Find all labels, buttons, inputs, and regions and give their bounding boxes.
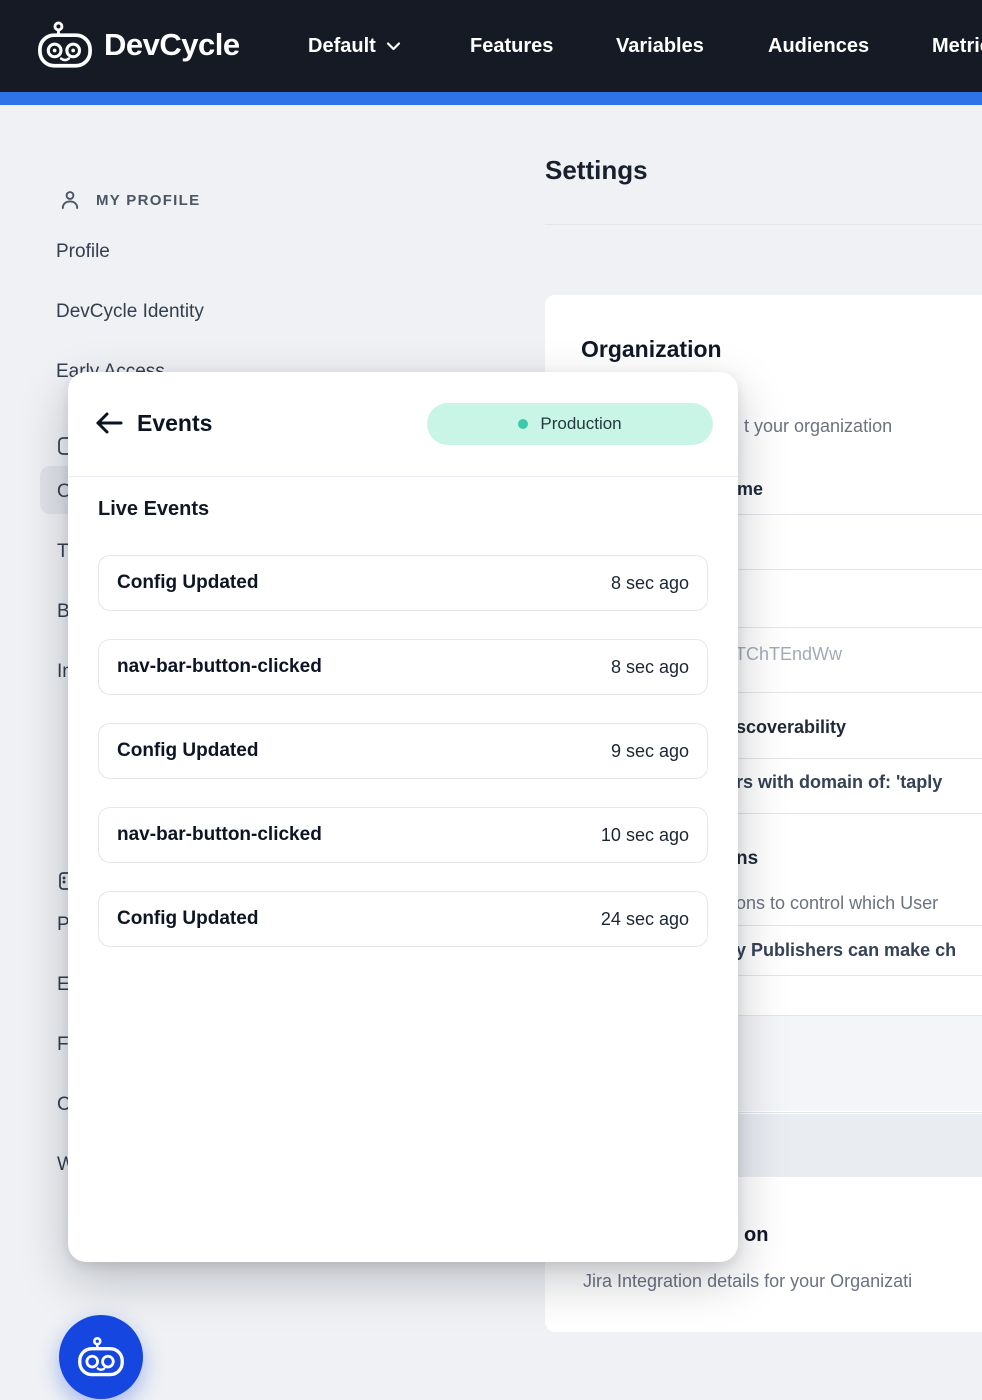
live-events-list: Config Updated 8 sec ago nav-bar-button-…	[98, 555, 708, 947]
sidebar-item[interactable]: DevCycle Identity	[56, 282, 204, 342]
live-events-title: Live Events	[98, 498, 209, 521]
chevron-down-icon	[386, 41, 401, 51]
event-timestamp: 8 sec ago	[611, 657, 689, 678]
nav-item-metrics-label: Metrics	[932, 35, 982, 58]
jira-integration-description: Jira Integration details for your Organi…	[583, 1271, 912, 1292]
sidebar-section-title: MY PROFILE	[96, 192, 200, 209]
top-nav: DevCycle Default Features Variables Audi…	[0, 0, 982, 92]
nav-item-features[interactable]: Features	[470, 0, 553, 92]
event-name: Config Updated	[117, 572, 258, 594]
sidebar-item[interactable]: Profile	[56, 222, 204, 282]
jira-integration-heading: on	[744, 1224, 768, 1247]
sidebar-section-my-profile: MY PROFILE	[58, 188, 200, 212]
event-row[interactable]: nav-bar-button-clicked 10 sec ago	[98, 807, 708, 863]
event-name: nav-bar-button-clicked	[117, 824, 322, 846]
discoverability-heading: scoverability	[736, 717, 846, 738]
app-root: MY PROFILE ProfileDevCycle IdentityEarly…	[0, 0, 982, 1400]
events-modal-title: Events	[137, 410, 212, 437]
org-about-text: t your organization	[744, 416, 892, 437]
person-icon	[58, 188, 82, 212]
event-row[interactable]: Config Updated 8 sec ago	[98, 555, 708, 611]
event-name: Config Updated	[117, 740, 258, 762]
robot-head-icon	[36, 21, 94, 69]
robot-head-icon	[77, 1336, 125, 1378]
event-row[interactable]: nav-bar-button-clicked 8 sec ago	[98, 639, 708, 695]
event-timestamp: 9 sec ago	[611, 741, 689, 762]
nav-item-audiences[interactable]: Audiences	[768, 0, 869, 92]
nav-item-features-label: Features	[470, 35, 553, 58]
back-arrow-icon	[94, 410, 124, 436]
environment-badge: Production	[427, 403, 713, 445]
page-title: Settings	[545, 155, 648, 186]
nav-item-metrics[interactable]: Metrics	[932, 0, 982, 92]
org-key-value: TChTEndWw	[735, 644, 842, 665]
event-timestamp: 24 sec ago	[601, 909, 689, 930]
events-modal-header: Events Production	[68, 372, 738, 477]
dot-icon	[518, 419, 528, 429]
publishers-option-text: y Publishers can make ch	[736, 940, 956, 961]
event-timestamp: 10 sec ago	[601, 825, 689, 846]
brand[interactable]: DevCycle	[36, 21, 240, 69]
permissions-heading: ns	[736, 848, 758, 870]
event-name: nav-bar-button-clicked	[117, 656, 322, 678]
header-divider	[545, 224, 982, 225]
permissions-description: ons to control which User	[736, 893, 938, 914]
assistant-fab-button[interactable]	[59, 1315, 143, 1399]
nav-item-default-label: Default	[308, 35, 376, 58]
event-name: Config Updated	[117, 908, 258, 930]
back-button[interactable]	[94, 408, 126, 438]
event-row[interactable]: Config Updated 24 sec ago	[98, 891, 708, 947]
nav-item-variables-label: Variables	[616, 35, 704, 58]
brand-name: DevCycle	[104, 27, 240, 63]
environment-badge-label: Production	[540, 414, 621, 434]
nav-item-audiences-label: Audiences	[768, 35, 869, 58]
org-name-label: me	[737, 479, 763, 500]
accent-bar	[0, 92, 982, 105]
event-timestamp: 8 sec ago	[611, 573, 689, 594]
organization-card-title: Organization	[581, 336, 722, 363]
event-row[interactable]: Config Updated 9 sec ago	[98, 723, 708, 779]
domain-rule-text: rs with domain of: 'taply	[736, 772, 942, 793]
nav-item-variables[interactable]: Variables	[616, 0, 704, 92]
nav-item-default[interactable]: Default	[308, 0, 401, 92]
events-modal: Events Production Live Events Config Upd…	[68, 372, 738, 1262]
